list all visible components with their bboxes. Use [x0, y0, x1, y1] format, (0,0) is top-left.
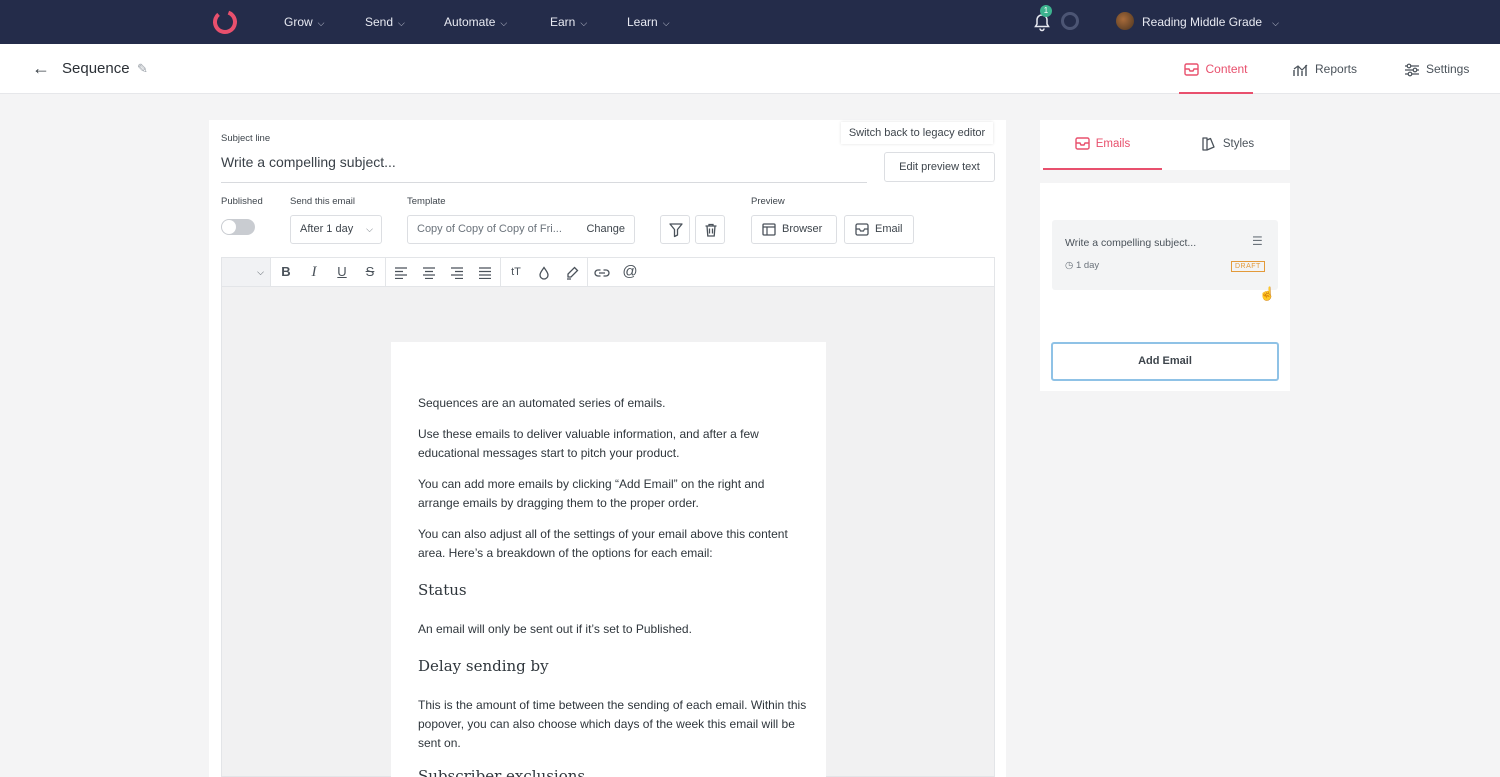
trash-icon — [705, 223, 717, 237]
chevron-down-icon: ⌵ — [257, 267, 264, 277]
tab-emails[interactable]: Emails — [1043, 120, 1162, 170]
chevron-down-icon: ⌵ — [500, 18, 508, 28]
chevron-down-icon: ⌵ — [1272, 18, 1279, 28]
status-badge: DRAFT — [1231, 261, 1265, 272]
divider — [221, 182, 867, 183]
italic-icon[interactable]: I — [300, 258, 328, 286]
chevron-down-icon: ⌵ — [398, 18, 405, 28]
align-right-icon[interactable] — [443, 258, 471, 286]
body-heading: Subscriber exclusions — [418, 767, 586, 777]
browser-icon — [762, 223, 776, 236]
palette-icon — [1202, 137, 1215, 151]
preview-label: Preview — [751, 196, 785, 207]
sidebar-tabs: Emails Styles — [1040, 120, 1290, 170]
email-body[interactable]: Sequences are an automated series of ema… — [391, 342, 826, 777]
template-change-button[interactable]: Change — [586, 216, 625, 243]
nav-send[interactable]: Send ⌵ — [365, 0, 405, 44]
pencil-icon[interactable]: ✎ — [137, 61, 148, 77]
sequence-header: ← Sequence ✎ Content Reports Settings — [0, 44, 1500, 94]
hand-cursor-icon: ☝ — [1259, 286, 1276, 301]
subject-label: Subject line — [221, 133, 271, 144]
body-paragraph: Use these emails to deliver valuable inf… — [418, 427, 759, 460]
bold-icon[interactable]: B — [272, 258, 300, 286]
convertkit-logo-icon[interactable] — [212, 9, 238, 35]
email-card-delay: ◷ 1 day — [1065, 260, 1100, 271]
inbox-icon — [1075, 137, 1090, 151]
filter-button[interactable] — [660, 215, 690, 244]
link-icon[interactable] — [588, 258, 616, 286]
preview-browser-button[interactable]: Browser — [751, 215, 837, 244]
align-justify-icon[interactable] — [471, 258, 499, 286]
toolbar-divider — [385, 258, 386, 286]
toolbar-divider — [500, 258, 501, 286]
legacy-editor-link[interactable]: Switch back to legacy editor — [841, 122, 993, 144]
clock-icon: ◷ — [1065, 260, 1074, 271]
body-heading: Delay sending by — [418, 657, 549, 675]
email-canvas: Sequences are an automated series of ema… — [221, 287, 995, 777]
chevron-down-icon: ⌵ — [317, 18, 325, 28]
back-arrow-icon[interactable]: ← — [32, 58, 50, 79]
body-paragraph: Sequences are an automated series of ema… — [418, 396, 666, 410]
send-label: Send this email — [290, 196, 355, 207]
email-editor: Subject line Write a compelling subject.… — [209, 120, 1006, 777]
preview-email-button[interactable]: Email — [844, 215, 914, 244]
edit-preview-text-button[interactable]: Edit preview text — [884, 152, 995, 182]
body-paragraph: You can add more emails by clicking “Add… — [418, 477, 765, 510]
send-delay-select[interactable]: After 1 day ⌵ — [290, 215, 382, 244]
chart-icon — [1293, 64, 1308, 76]
chevron-down-icon: ⌵ — [366, 224, 373, 234]
subject-input[interactable]: Write a compelling subject... — [221, 154, 396, 170]
chevron-down-icon: ⌵ — [580, 18, 588, 28]
notification-badge: 1 — [1040, 5, 1052, 17]
nav-automate[interactable]: Automate ⌵ — [444, 0, 507, 44]
drag-handle-icon[interactable]: ☰ — [1252, 234, 1263, 248]
filter-icon — [669, 223, 683, 238]
nav-grow[interactable]: Grow ⌵ — [284, 0, 325, 44]
add-email-button[interactable]: Add Email — [1051, 342, 1279, 381]
underline-icon[interactable]: U — [328, 258, 356, 286]
nav-learn[interactable]: Learn ⌵ — [627, 0, 670, 44]
account-menu[interactable]: Reading Middle Grade ⌵ — [1142, 0, 1279, 44]
toolbar-divider — [270, 258, 271, 286]
sliders-icon — [1405, 63, 1419, 77]
body-paragraph: You can also adjust all of the settings … — [418, 527, 788, 560]
tab-styles[interactable]: Styles — [1168, 120, 1287, 170]
published-toggle[interactable] — [221, 219, 255, 235]
text-size-icon[interactable]: tT — [502, 258, 530, 286]
color-icon[interactable] — [530, 258, 558, 286]
email-card-title: Write a compelling subject... — [1065, 237, 1197, 249]
avatar[interactable] — [1116, 12, 1134, 30]
formatting-toolbar: ⌵ B I U S tT @ — [221, 257, 995, 287]
published-label: Published — [221, 196, 263, 207]
block-type-dropdown[interactable]: ⌵ — [222, 258, 270, 286]
email-card[interactable]: Write a compelling subject... ☰ ◷ 1 day … — [1052, 220, 1278, 290]
template-name: Copy of Copy of Copy of Fri... — [417, 223, 562, 235]
tab-content[interactable]: Content — [1179, 44, 1253, 94]
highlight-icon[interactable] — [558, 258, 586, 286]
email-list-panel: Write a compelling subject... ☰ ◷ 1 day … — [1040, 183, 1290, 391]
chevron-down-icon: ⌵ — [662, 18, 670, 28]
tab-settings[interactable]: Settings — [1404, 44, 1469, 94]
body-paragraph: An email will only be sent out if it’s s… — [418, 622, 692, 636]
delete-button[interactable] — [695, 215, 725, 244]
toggle-knob — [222, 220, 236, 234]
align-center-icon[interactable] — [415, 258, 443, 286]
loading-spinner-icon — [1061, 12, 1079, 30]
tab-reports[interactable]: Reports — [1293, 44, 1357, 94]
page-title: Sequence — [62, 60, 130, 77]
top-navigation: Grow ⌵ Send ⌵ Automate ⌵ Earn ⌵ Learn ⌵ 1 Rea… — [0, 0, 1500, 44]
body-paragraph: This is the amount of time between the s… — [418, 698, 807, 750]
align-left-icon[interactable] — [387, 258, 415, 286]
body-heading: Status — [418, 581, 467, 599]
inbox-icon — [1184, 63, 1200, 77]
template-label: Template — [407, 196, 446, 207]
template-select: Copy of Copy of Copy of Fri... Change — [407, 215, 635, 244]
nav-earn[interactable]: Earn ⌵ — [550, 0, 587, 44]
strikethrough-icon[interactable]: S — [356, 258, 384, 286]
inbox-icon — [855, 223, 869, 236]
mention-icon[interactable]: @ — [616, 258, 644, 286]
